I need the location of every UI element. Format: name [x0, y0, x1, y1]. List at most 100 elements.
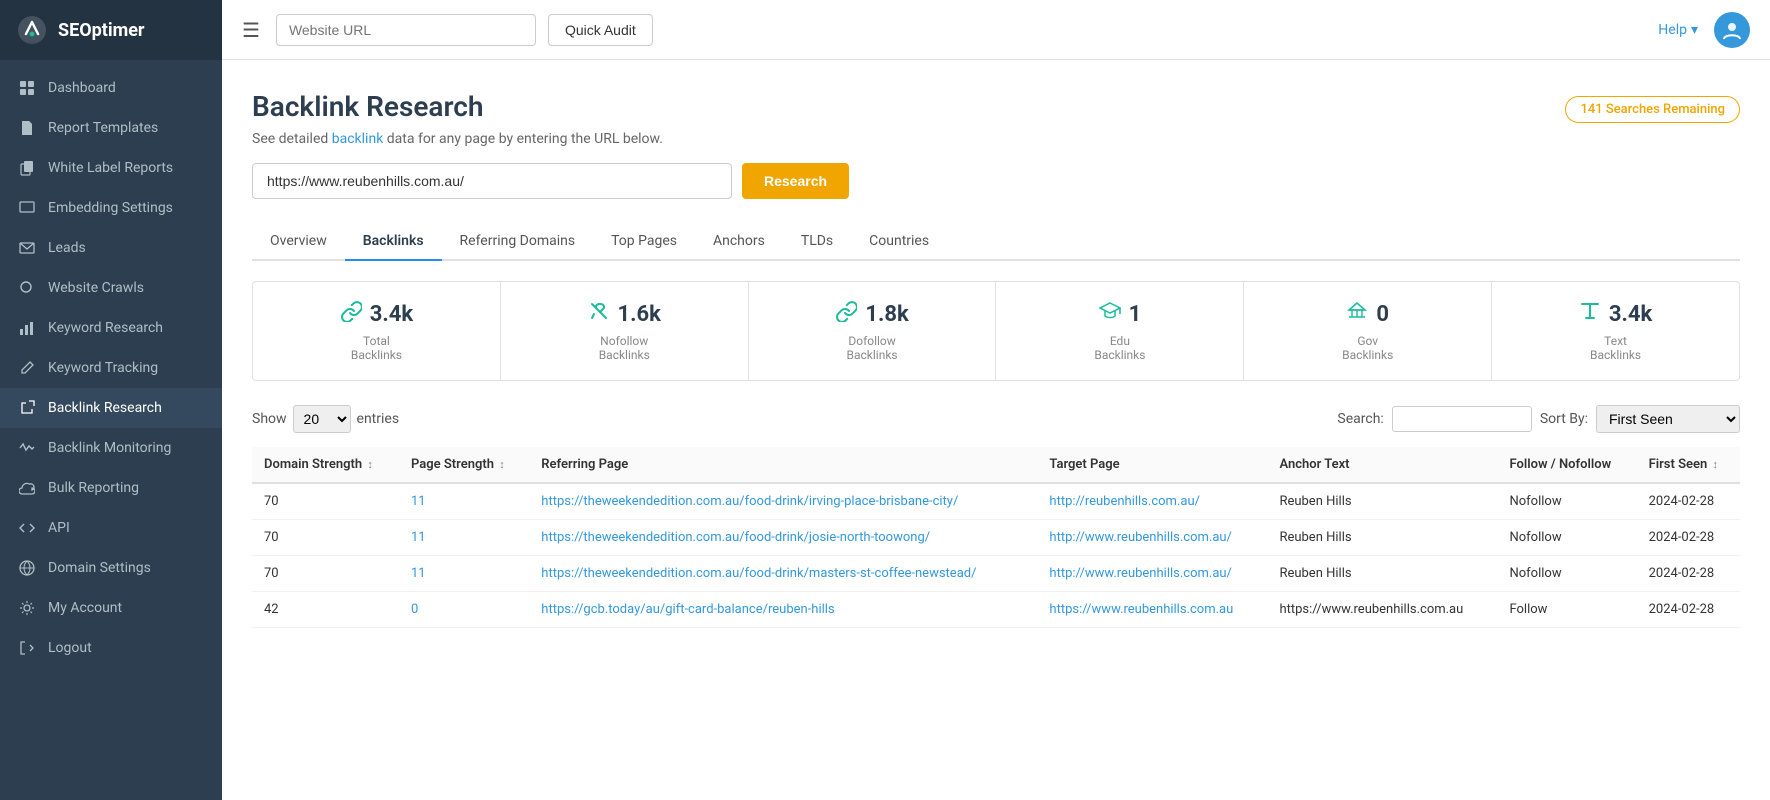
table-header-row: Domain Strength ↕ Page Strength ↕ Referr…	[252, 447, 1740, 483]
backlinks-table: Domain Strength ↕ Page Strength ↕ Referr…	[252, 447, 1740, 628]
col-page-strength[interactable]: Page Strength ↕	[399, 447, 529, 483]
user-avatar[interactable]	[1714, 12, 1750, 48]
stat-number: 1	[1129, 302, 1142, 327]
code-icon	[18, 519, 36, 537]
tab-countries[interactable]: Countries	[851, 223, 947, 261]
sidebar-logo[interactable]: SEOptimer	[0, 0, 222, 60]
tab-overview[interactable]: Overview	[252, 223, 345, 261]
main-wrapper: ☰ Quick Audit Help ▾ Backlink Research 1…	[222, 0, 1770, 800]
help-button[interactable]: Help ▾	[1658, 22, 1698, 38]
cell-follow-nofollow: Follow	[1497, 592, 1636, 628]
quick-audit-button[interactable]: Quick Audit	[548, 14, 653, 46]
tab-backlinks[interactable]: Backlinks	[345, 223, 442, 261]
table-controls: Show 20 10 50 100 entries Search: Sort B…	[252, 405, 1740, 433]
cell-anchor-text: https://www.reubenhills.com.au	[1267, 592, 1497, 628]
hamburger-button[interactable]: ☰	[242, 18, 260, 42]
table-controls-right: Search: Sort By: First Seen Domain Stren…	[1337, 405, 1740, 433]
cloud-icon	[18, 479, 36, 497]
stat-value: 0	[1264, 300, 1471, 328]
stat-edu-backlinks: 1 EduBacklinks	[996, 282, 1244, 380]
sort-arrow-domain: ↕	[367, 458, 373, 471]
target-page-link[interactable]: http://www.reubenhills.com.au/	[1049, 566, 1232, 581]
stat-text-backlinks: 3.4k TextBacklinks	[1492, 282, 1739, 380]
tab-tlds[interactable]: TLDs	[783, 223, 851, 261]
sidebar-item-backlink-monitoring[interactable]: Backlink Monitoring	[0, 428, 222, 468]
mail-icon	[18, 239, 36, 257]
sort-arrow-page: ↕	[499, 458, 505, 471]
external-link-icon	[18, 399, 36, 417]
page-strength-link[interactable]: 0	[411, 602, 418, 617]
stat-nofollow-backlinks: 1.6k NofollowBacklinks	[501, 282, 749, 380]
page-header: Backlink Research 141 Searches Remaining	[252, 90, 1740, 123]
table-controls-left: Show 20 10 50 100 entries	[252, 405, 399, 433]
page-strength-link[interactable]: 11	[411, 530, 426, 545]
table-row: 70 11 https://theweekendedition.com.au/f…	[252, 556, 1740, 592]
page-strength-link[interactable]: 11	[411, 494, 426, 509]
col-referring-page: Referring Page	[529, 447, 1037, 483]
referring-page-link[interactable]: https://gcb.today/au/gift-card-balance/r…	[541, 602, 834, 617]
table-row: 70 11 https://theweekendedition.com.au/f…	[252, 520, 1740, 556]
cell-page-strength: 11	[399, 483, 529, 520]
bar-chart-icon	[18, 319, 36, 337]
stat-dofollow-backlinks: 1.8k DofollowBacklinks	[749, 282, 997, 380]
sidebar-item-keyword-tracking[interactable]: Keyword Tracking	[0, 348, 222, 388]
col-first-seen[interactable]: First Seen ↕	[1637, 447, 1740, 483]
table-search-input[interactable]	[1392, 406, 1532, 432]
referring-page-link[interactable]: https://theweekendedition.com.au/food-dr…	[541, 566, 976, 581]
show-label: Show	[252, 411, 287, 427]
cell-follow-nofollow: Nofollow	[1497, 520, 1636, 556]
topbar-right: Help ▾	[1658, 12, 1750, 48]
page-subtitle-text: See detailed backlink data for any page …	[252, 131, 663, 147]
tab-top-pages[interactable]: Top Pages	[593, 223, 695, 261]
stat-number: 0	[1376, 302, 1389, 327]
tab-referring-domains[interactable]: Referring Domains	[442, 223, 594, 261]
topbar-url-input[interactable]	[276, 14, 536, 46]
url-input[interactable]	[252, 163, 732, 199]
backlink-link[interactable]: backlink	[332, 131, 384, 147]
cell-domain-strength: 42	[252, 592, 399, 628]
sidebar-item-label: White Label Reports	[48, 160, 173, 176]
cell-target-page: http://reubenhills.com.au/	[1037, 483, 1267, 520]
sidebar-item-embedding[interactable]: Embedding Settings	[0, 188, 222, 228]
sidebar-item-dashboard[interactable]: Dashboard	[0, 68, 222, 108]
sidebar-item-label: Bulk Reporting	[48, 480, 139, 496]
sidebar-item-report-templates[interactable]: Report Templates	[0, 108, 222, 148]
target-page-link[interactable]: http://www.reubenhills.com.au/	[1049, 530, 1232, 545]
col-domain-strength[interactable]: Domain Strength ↕	[252, 447, 399, 483]
avatar-icon	[1721, 19, 1743, 41]
cell-anchor-text: Reuben Hills	[1267, 520, 1497, 556]
dofollow-icon	[835, 300, 857, 328]
entries-select[interactable]: 20 10 50 100	[293, 405, 351, 433]
sort-select[interactable]: First Seen Domain Strength Page Strength	[1596, 405, 1740, 433]
gov-icon	[1346, 300, 1368, 328]
page-strength-link[interactable]: 11	[411, 566, 426, 581]
sidebar-item-domain-settings[interactable]: Domain Settings	[0, 548, 222, 588]
tab-anchors[interactable]: Anchors	[695, 223, 783, 261]
sidebar-item-label: Backlink Monitoring	[48, 440, 171, 456]
sidebar-item-leads[interactable]: Leads	[0, 228, 222, 268]
sidebar-item-bulk-reporting[interactable]: Bulk Reporting	[0, 468, 222, 508]
search-label: Search:	[1337, 411, 1383, 427]
help-label: Help	[1658, 22, 1687, 38]
cell-first-seen: 2024-02-28	[1637, 483, 1740, 520]
referring-page-link[interactable]: https://theweekendedition.com.au/food-dr…	[541, 494, 958, 509]
table-row: 42 0 https://gcb.today/au/gift-card-bala…	[252, 592, 1740, 628]
referring-page-link[interactable]: https://theweekendedition.com.au/food-dr…	[541, 530, 930, 545]
cell-target-page: https://www.reubenhills.com.au	[1037, 592, 1267, 628]
sidebar-item-label: Website Crawls	[48, 280, 144, 296]
sidebar-item-my-account[interactable]: My Account	[0, 588, 222, 628]
sidebar-item-logout[interactable]: Logout	[0, 628, 222, 668]
sidebar-item-backlink-research[interactable]: Backlink Research	[0, 388, 222, 428]
sidebar-item-api[interactable]: API	[0, 508, 222, 548]
sidebar-item-website-crawls[interactable]: Website Crawls	[0, 268, 222, 308]
stat-number: 3.4k	[370, 302, 413, 327]
page-title: Backlink Research	[252, 90, 484, 123]
cell-anchor-text: Reuben Hills	[1267, 483, 1497, 520]
cell-follow-nofollow: Nofollow	[1497, 556, 1636, 592]
sidebar-item-white-label[interactable]: White Label Reports	[0, 148, 222, 188]
stat-label: TextBacklinks	[1512, 334, 1719, 362]
sidebar-item-keyword-research[interactable]: Keyword Research	[0, 308, 222, 348]
target-page-link[interactable]: http://reubenhills.com.au/	[1049, 494, 1200, 509]
research-button[interactable]: Research	[742, 163, 849, 199]
target-page-link[interactable]: https://www.reubenhills.com.au	[1049, 602, 1233, 617]
